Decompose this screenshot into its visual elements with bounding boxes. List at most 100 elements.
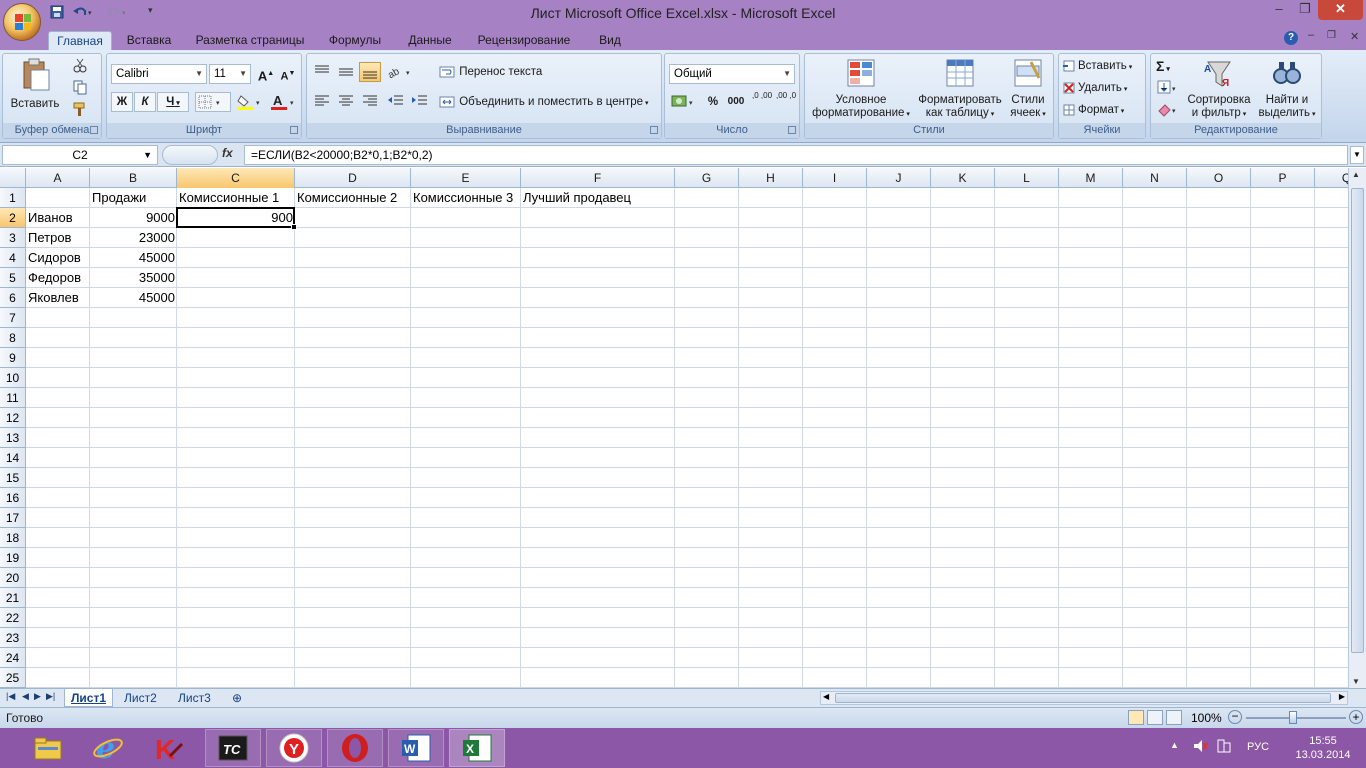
row-header[interactable]: 15 [0, 468, 26, 488]
worksheet-grid[interactable]: ABCDEFGHIJKLMNOPQ 1 2 3 4 5 6 7 8 9 10 11 12 13 14 15 1… [0, 168, 1348, 688]
conditional-formatting-button[interactable]: Условное форматирование ▾ [807, 58, 915, 121]
column-header[interactable]: Q [1315, 168, 1348, 188]
name-cell[interactable]: Федоров [26, 268, 90, 288]
column-header[interactable]: N [1123, 168, 1187, 188]
formula-bar-handle[interactable] [162, 145, 218, 165]
column-header[interactable]: K [931, 168, 995, 188]
header-cell-e[interactable]: Комиссионные 3 [411, 188, 521, 208]
percent-format-button[interactable]: % [703, 92, 723, 112]
row-header[interactable]: 18 [0, 528, 26, 548]
network-icon[interactable] [1216, 738, 1232, 757]
format-as-table-button[interactable]: Форматировать как таблицу ▾ [915, 58, 1005, 121]
row-header[interactable]: 12 [0, 408, 26, 428]
row-header[interactable]: 7 [0, 308, 26, 328]
ribbon-restore-icon[interactable]: ❐ [1327, 30, 1336, 41]
row-header[interactable]: 4 [0, 248, 26, 268]
autosum-icon[interactable]: Σ ▾ [1155, 56, 1183, 76]
row-header[interactable]: 17 [0, 508, 26, 528]
sheet-tab-2[interactable]: Лист2 [118, 689, 163, 707]
file-explorer-icon[interactable] [20, 729, 76, 767]
vertical-scrollbar[interactable]: ▲ ▼ [1348, 168, 1366, 688]
tab-review[interactable]: Рецензирование [472, 31, 576, 51]
volume-icon[interactable] [1192, 738, 1208, 757]
tab-formulas[interactable]: Формулы [322, 31, 388, 51]
alignment-launcher-icon[interactable] [650, 126, 658, 134]
sort-filter-button[interactable]: АЯ Сортировка и фильтр ▾ [1185, 58, 1253, 121]
number-format-select[interactable]: Общий ▼ [669, 64, 795, 84]
font-size-select[interactable]: 11 ▼ [209, 64, 251, 84]
column-header[interactable]: B [90, 168, 177, 188]
italic-button[interactable]: К [134, 92, 156, 112]
ribbon-minimize-icon[interactable]: – [1308, 29, 1314, 41]
format-painter-icon[interactable] [71, 100, 91, 120]
sales-cell[interactable]: 23000 [90, 228, 177, 248]
decrease-decimal-button[interactable]: ,00 ,0 [775, 90, 797, 110]
shrink-font-icon[interactable]: A▼ [277, 64, 299, 84]
workbook-close-icon[interactable]: ✕ [1350, 30, 1359, 43]
clipboard-launcher-icon[interactable] [90, 126, 98, 134]
sales-cell[interactable]: 35000 [90, 268, 177, 288]
underline-button[interactable]: Ч ▾ [157, 92, 189, 112]
internet-explorer-icon[interactable]: e [80, 729, 136, 767]
align-top-icon[interactable] [311, 62, 333, 82]
page-break-view-icon[interactable] [1166, 710, 1182, 725]
find-select-button[interactable]: Найти и выделить ▾ [1255, 58, 1319, 121]
office-button[interactable] [3, 3, 41, 41]
align-right-icon[interactable] [359, 92, 381, 112]
row-header[interactable]: 19 [0, 548, 26, 568]
align-bottom-icon[interactable] [359, 62, 381, 82]
cut-icon[interactable] [71, 56, 91, 76]
header-cell-c[interactable]: Комиссионные 1 [177, 188, 295, 208]
cell-grid[interactable]: Продажи Комиссионные 1 Комиссионные 2 Комис… [26, 188, 1348, 688]
word-icon[interactable]: W [388, 729, 444, 767]
column-header[interactable]: G [675, 168, 739, 188]
thousands-format-button[interactable]: 000 [725, 92, 747, 112]
select-all-button[interactable] [0, 168, 26, 188]
decrease-indent-icon[interactable] [385, 92, 407, 112]
header-cell-d[interactable]: Комиссионные 2 [295, 188, 411, 208]
zoom-level[interactable]: 100% [1191, 711, 1222, 725]
expand-formula-bar-icon[interactable]: ▼ [1350, 146, 1364, 164]
number-launcher-icon[interactable] [788, 126, 796, 134]
zoom-slider-knob[interactable] [1289, 711, 1297, 724]
orientation-icon[interactable]: ab ▾ [385, 62, 415, 82]
page-layout-view-icon[interactable] [1147, 710, 1163, 725]
total-commander-icon[interactable]: TC [205, 729, 261, 767]
row-header[interactable]: 8 [0, 328, 26, 348]
name-cell[interactable]: Петров [26, 228, 90, 248]
help-icon[interactable]: ? [1284, 31, 1298, 45]
column-header[interactable]: O [1187, 168, 1251, 188]
prev-sheet-icon[interactable]: ◀ [22, 691, 29, 702]
vertical-scroll-thumb[interactable] [1351, 188, 1364, 653]
tab-page-layout[interactable]: Разметка страницы [192, 31, 308, 51]
row-header[interactable]: 25 [0, 668, 26, 688]
row-header[interactable]: 11 [0, 388, 26, 408]
formula-input[interactable]: =ЕСЛИ(B2<20000;B2*0,1;B2*0,2) [244, 145, 1348, 165]
bold-button[interactable]: Ж [111, 92, 133, 112]
tab-data[interactable]: Данные [400, 31, 460, 51]
fill-icon[interactable]: ▾ [1155, 78, 1183, 98]
opera-icon[interactable] [327, 729, 383, 767]
row-header[interactable]: 14 [0, 448, 26, 468]
row-header[interactable]: 1 [0, 188, 26, 208]
fill-handle[interactable] [291, 224, 297, 230]
tray-expand-icon[interactable]: ▲ [1170, 740, 1179, 750]
row-header[interactable]: 23 [0, 628, 26, 648]
sales-cell[interactable]: 45000 [90, 248, 177, 268]
clear-icon[interactable]: ▾ [1155, 100, 1183, 120]
close-button[interactable]: ✕ [1318, 0, 1363, 20]
kaspersky-icon[interactable]: K [140, 729, 196, 767]
insert-sheet-icon[interactable]: ⊕ [226, 689, 248, 707]
name-cell[interactable]: Сидоров [26, 248, 90, 268]
fill-color-button[interactable]: ▾ [235, 92, 267, 112]
format-cells-button[interactable]: Формат ▾ [1061, 100, 1143, 120]
header-cell-f[interactable]: Лучший продавец [521, 188, 675, 208]
yandex-browser-icon[interactable]: Y [266, 729, 322, 767]
copy-icon[interactable] [71, 78, 91, 98]
horizontal-scrollbar[interactable]: ◀ ▶ [820, 691, 1348, 705]
column-header[interactable]: H [739, 168, 803, 188]
row-header[interactable]: 2 [0, 208, 26, 228]
active-cell-selection[interactable] [176, 207, 297, 230]
excel-icon[interactable]: X [449, 729, 505, 767]
merge-center-button[interactable]: Объединить и поместить в центре ▾ [437, 92, 657, 112]
